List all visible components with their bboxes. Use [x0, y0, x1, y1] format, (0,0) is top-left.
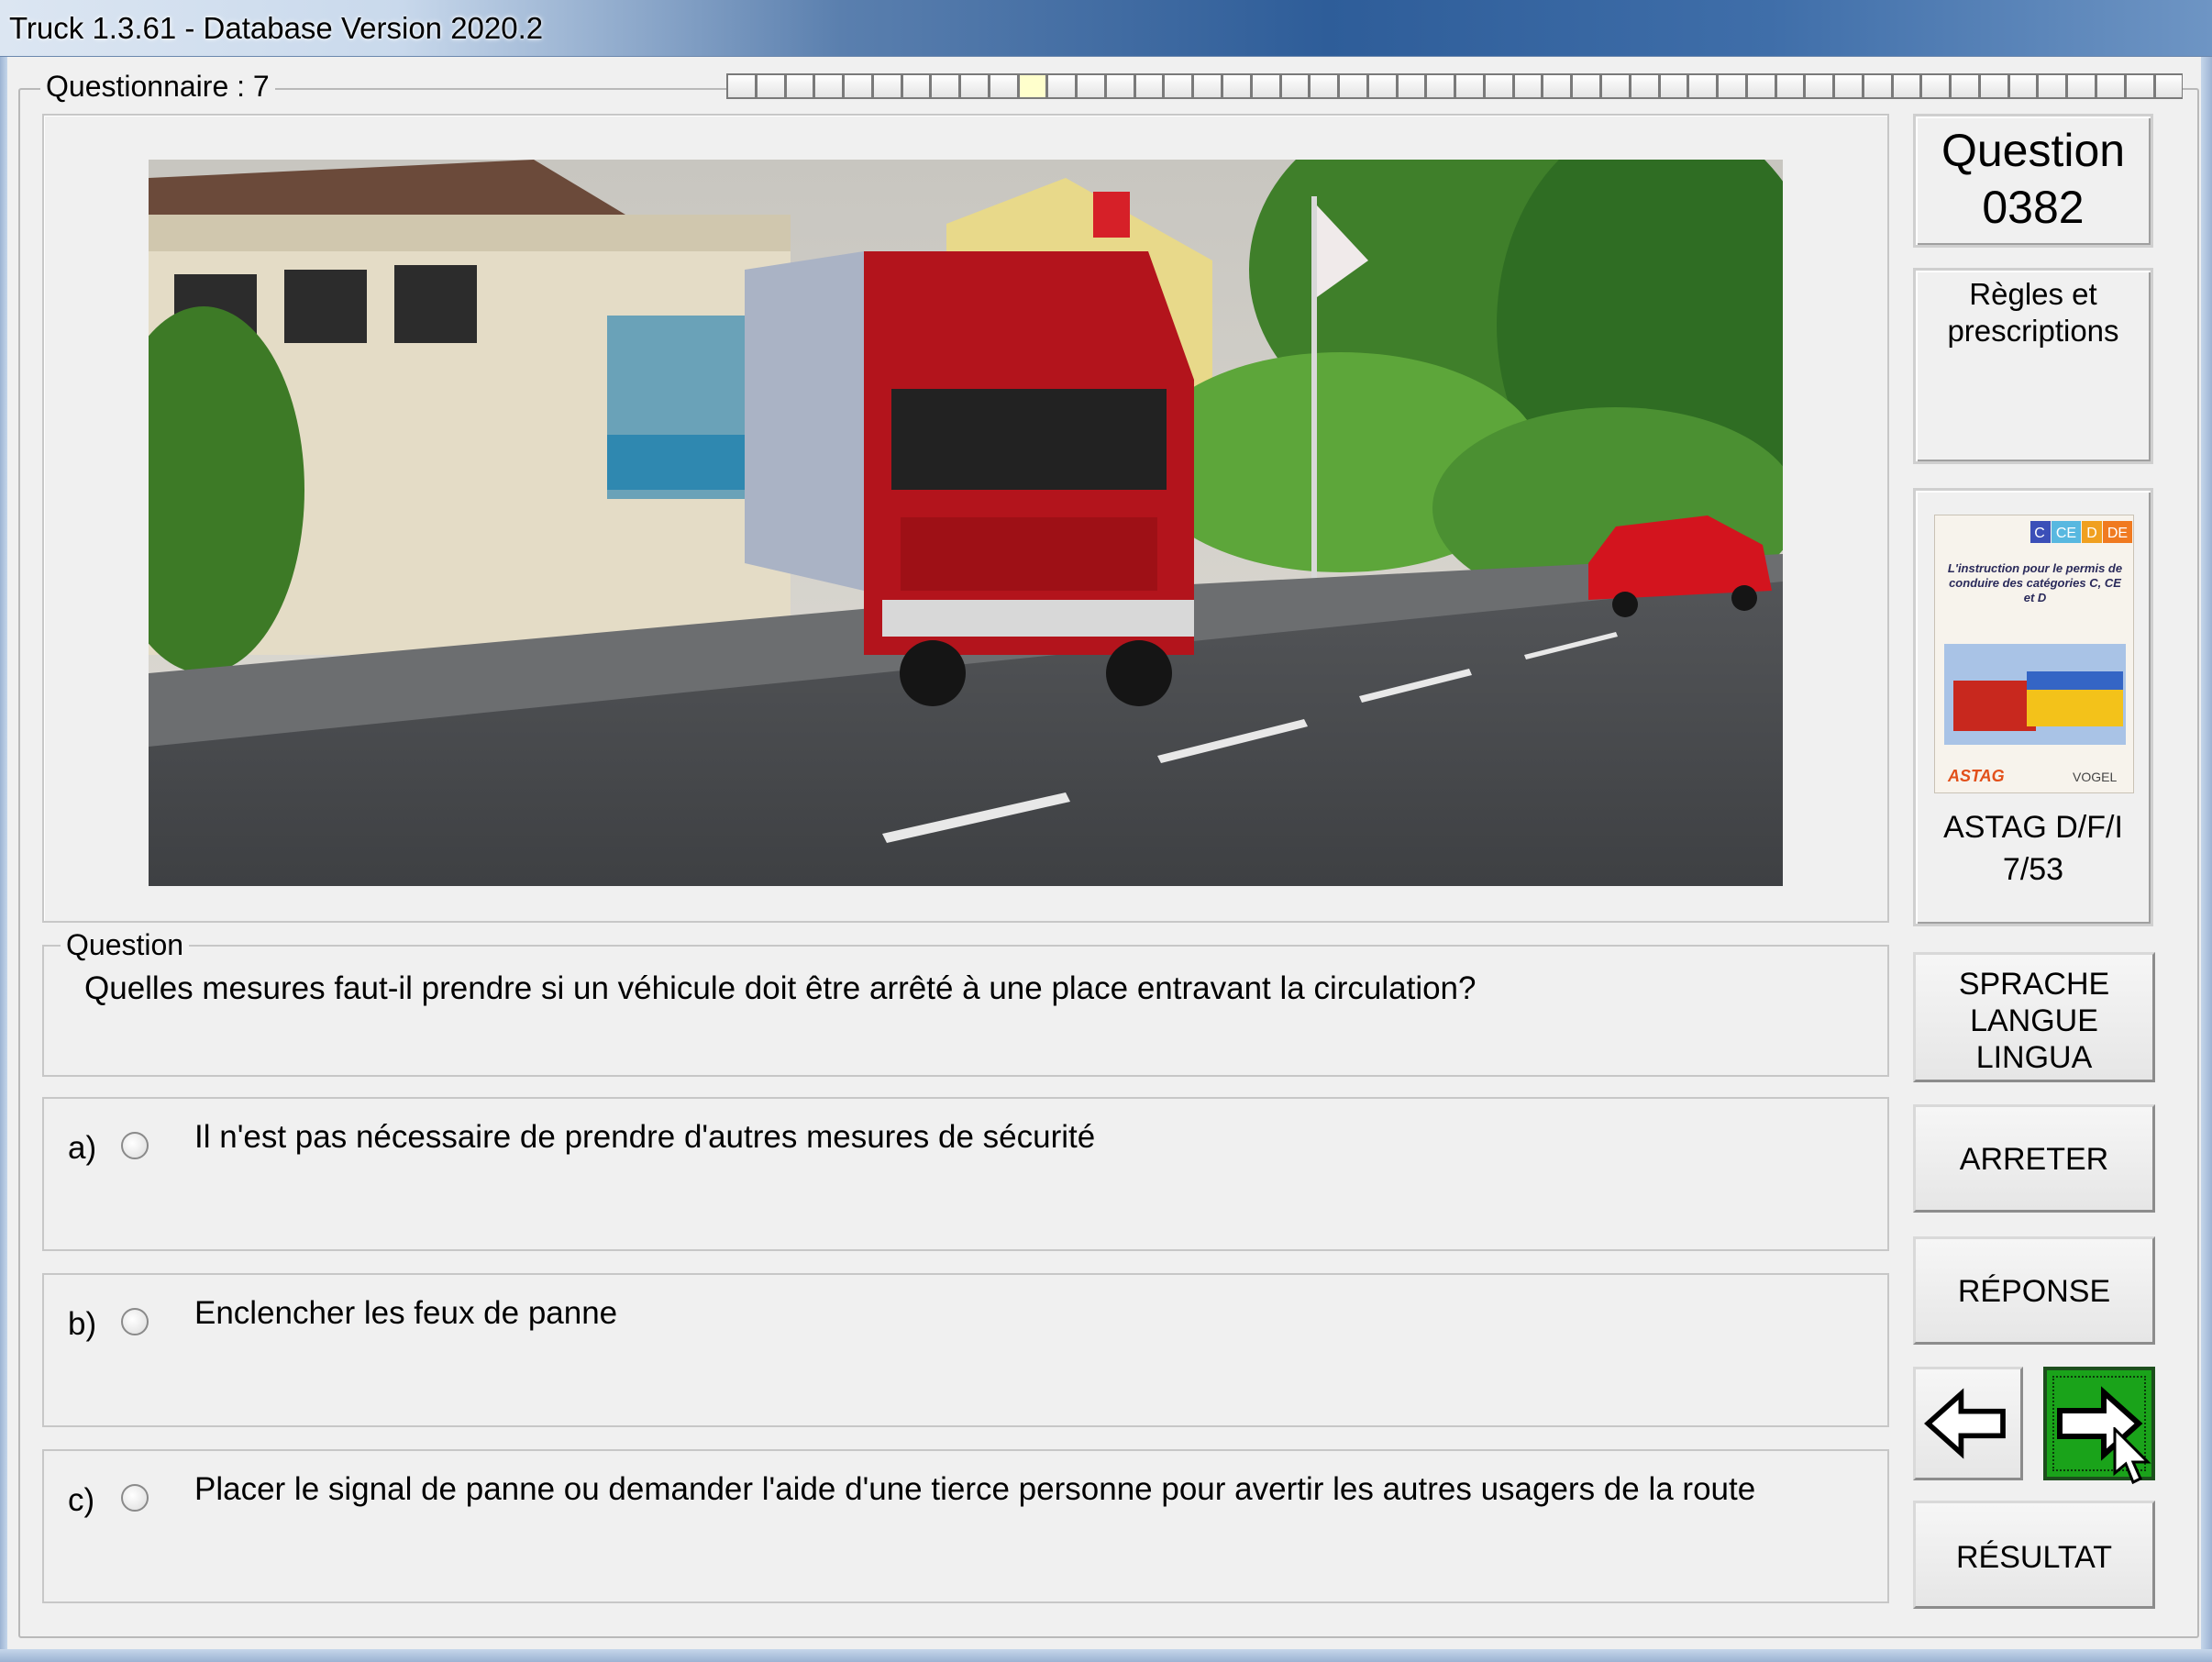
window-frame-right [2201, 57, 2212, 1662]
progress-cell [871, 73, 901, 99]
show-answer-button[interactable]: RÉPONSE [1913, 1236, 2155, 1345]
app-window: Truck 1.3.61 - Database Version 2020.2 Q… [0, 0, 2212, 1662]
progress-cell [1134, 73, 1164, 99]
answer-letter: b) [68, 1306, 97, 1342]
progress-cell [1222, 73, 1251, 99]
answer-radio-b[interactable] [121, 1308, 149, 1335]
progress-cell [1717, 73, 1746, 99]
progress-cell [1745, 73, 1775, 99]
questionnaire-label: Questionnaire : 7 [40, 70, 275, 104]
language-label-it: LINGUA [1975, 1040, 2093, 1075]
progress-cell [1396, 73, 1426, 99]
progress-cell [726, 73, 756, 99]
progress-cell [843, 73, 872, 99]
progress-cell [2095, 73, 2125, 99]
progress-cell [1250, 73, 1280, 99]
answer-text: Placer le signal de panne ou demander l'… [194, 1471, 1756, 1507]
previous-question-button[interactable] [1913, 1367, 2023, 1480]
question-photo [149, 160, 1783, 886]
progress-cell [1309, 73, 1339, 99]
source-line-2: 7/53 [2002, 852, 2064, 887]
window-frame-left [0, 57, 7, 1662]
progress-cell [755, 73, 785, 99]
book-badge: D [2086, 526, 2097, 541]
publisher-logo-astag: ASTAG [1947, 767, 2005, 785]
book-title: L'instruction pour le permis de conduire… [1947, 561, 2123, 604]
progress-cell [1279, 73, 1310, 99]
progress-cell [1017, 73, 1047, 99]
language-button[interactable]: SPRACHE LANGUE LINGUA [1913, 952, 2155, 1082]
book-badge: DE [2107, 526, 2128, 541]
question-legend: Question [61, 928, 190, 962]
progress-cell [1687, 73, 1718, 99]
answer-text: Il n'est pas nécessaire de prendre d'aut… [194, 1119, 1096, 1155]
question-text: Quelles mesures faut-il prendre si un vé… [84, 970, 1477, 1006]
progress-cell [2066, 73, 2096, 99]
progress-cell [1104, 73, 1134, 99]
progress-cell [2153, 73, 2184, 99]
progress-cell [1833, 73, 1863, 99]
progress-cell [1366, 73, 1397, 99]
window-frame-bottom [0, 1649, 2212, 1662]
language-label-fr: LANGUE [1970, 1003, 2098, 1038]
progress-cell [1775, 73, 1805, 99]
question-number: 0382 [1982, 182, 2085, 233]
questionnaire-progress [726, 73, 2184, 99]
progress-cell [1338, 73, 1367, 99]
progress-cell [784, 73, 814, 99]
progress-cell [1454, 73, 1484, 99]
progress-cell [1425, 73, 1455, 99]
progress-cell [988, 73, 1018, 99]
source-box: C CE D DE L'instruction pour le permis d… [1913, 488, 2153, 926]
progress-cell [1542, 73, 1572, 99]
answer-radio-c[interactable] [121, 1484, 149, 1512]
language-label-de: SPRACHE [1958, 967, 2110, 1002]
progress-cell [1658, 73, 1688, 99]
progress-cell [813, 73, 844, 99]
result-button[interactable]: RÉSULTAT [1913, 1501, 2155, 1609]
progress-cell [1571, 73, 1600, 99]
book-cover-image: C CE D DE L'instruction pour le permis d… [1934, 515, 2134, 793]
progress-cell [1192, 73, 1222, 99]
answer-letter: a) [68, 1130, 97, 1166]
progress-cell [1483, 73, 1513, 99]
progress-cell [1978, 73, 2008, 99]
progress-cell [1950, 73, 1979, 99]
answer-radio-a[interactable] [121, 1132, 149, 1159]
book-badge: CE [2056, 526, 2076, 541]
progress-cell [1076, 73, 1105, 99]
book-badge: C [2034, 526, 2045, 541]
question-number-label: Question [1941, 125, 2126, 176]
source-line-1: ASTAG D/F/I [1943, 810, 2123, 845]
category-label: Règles et prescriptions [1947, 277, 2119, 348]
progress-cell [1920, 73, 1951, 99]
question-panel [42, 945, 1889, 1077]
publisher-logo-vogel: VOGEL [2073, 770, 2117, 784]
progress-cell [1046, 73, 1077, 99]
progress-cell [901, 73, 931, 99]
title-bar[interactable]: Truck 1.3.61 - Database Version 2020.2 [0, 0, 2212, 57]
answer-text: Enclencher les feux de panne [194, 1295, 618, 1331]
source-reference: ASTAG D/F/I 7/53 [1916, 806, 2151, 891]
progress-cell [2037, 73, 2067, 99]
mouse-cursor-icon [2113, 1427, 2151, 1485]
answer-letter: c) [68, 1482, 95, 1518]
progress-cell [1804, 73, 1834, 99]
progress-cell [959, 73, 989, 99]
progress-cell [2007, 73, 2038, 99]
progress-cell [1891, 73, 1921, 99]
progress-cell [1163, 73, 1193, 99]
question-number-box: Question 0382 [1913, 114, 2153, 248]
window-title: Truck 1.3.61 - Database Version 2020.2 [9, 11, 544, 45]
category-box: Règles et prescriptions [1913, 268, 2153, 464]
arrow-left-icon [1924, 1388, 2006, 1459]
progress-cell [2124, 73, 2154, 99]
progress-cell [1629, 73, 1659, 99]
progress-cell [1599, 73, 1630, 99]
progress-cell [930, 73, 960, 99]
progress-cell [1512, 73, 1543, 99]
stop-button[interactable]: ARRETER [1913, 1104, 2155, 1213]
progress-cell [1862, 73, 1892, 99]
